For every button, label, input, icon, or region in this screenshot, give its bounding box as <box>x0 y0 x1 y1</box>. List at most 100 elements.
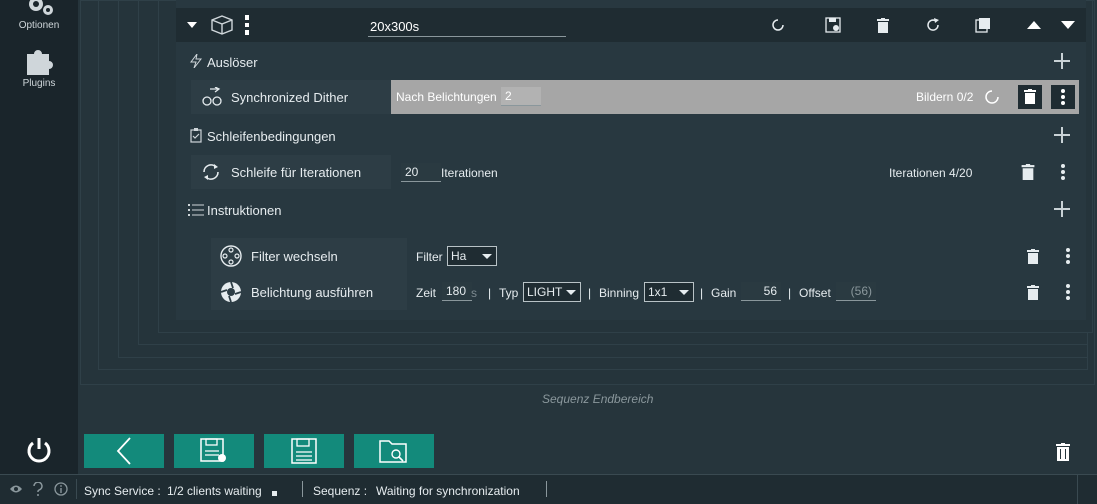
chevron-down-icon <box>482 254 492 259</box>
save-button[interactable] <box>264 434 344 468</box>
gear-icon <box>29 0 53 15</box>
move-up-button[interactable] <box>1024 15 1044 35</box>
separator: | <box>788 286 792 300</box>
trigger-settings: Nach Belichtungen Bildern 0/2 <box>391 80 1079 114</box>
exposures-label: Nach Belichtungen <box>396 90 497 104</box>
save-icon <box>825 17 841 33</box>
separator: | <box>588 286 592 300</box>
filter-label-box: Filter wechseln <box>211 238 407 274</box>
more-vertical-icon[interactable] <box>1066 284 1070 300</box>
save-icon <box>291 438 317 464</box>
spinner-icon <box>985 90 999 104</box>
separator: | <box>488 286 492 300</box>
save-as-button[interactable] <box>174 434 254 468</box>
aperture-icon <box>220 281 242 303</box>
sidebar-item-label: Plugins <box>22 78 56 89</box>
divider <box>546 481 547 497</box>
condition-status: Iterationen 4/20 <box>889 166 973 180</box>
trigger-menu-button[interactable] <box>1051 85 1075 109</box>
more-vertical-icon <box>1061 89 1065 105</box>
binning-select[interactable]: 1x1 <box>644 282 694 302</box>
trigger-status: Bildern 0/2 <box>916 90 974 104</box>
section-title-instructions: Instruktionen <box>207 203 282 218</box>
time-unit: s <box>471 286 477 300</box>
status-bar: Sync Service : 1/2 clients waiting Seque… <box>0 474 1097 504</box>
save-template-button[interactable] <box>823 15 843 35</box>
sequence-card: Auslöser Synchronized Dither Nach Belich… <box>176 0 1086 320</box>
divider <box>302 481 303 497</box>
lightning-icon <box>190 54 202 68</box>
sidebar-item-options[interactable]: Optionen <box>0 0 78 31</box>
delete-condition-icon[interactable] <box>1021 164 1035 180</box>
reset-icon <box>772 19 784 31</box>
help-icon[interactable] <box>32 482 44 497</box>
clipboard-icon <box>190 128 202 143</box>
exposure-label-box: Belichtung ausführen <box>211 274 407 310</box>
delete-trigger-button[interactable] <box>1018 85 1042 109</box>
add-condition-button[interactable] <box>1052 125 1072 145</box>
move-down-button[interactable] <box>1058 15 1078 35</box>
chevron-down-icon <box>679 290 689 295</box>
add-trigger-button[interactable] <box>1052 51 1072 71</box>
gain-input[interactable] <box>741 282 781 301</box>
image-type-select[interactable]: LIGHT <box>523 282 581 302</box>
delete-sequence-button[interactable] <box>1028 432 1097 472</box>
collapse-button[interactable] <box>182 15 202 35</box>
power-icon <box>27 438 51 463</box>
delete-exposure-icon[interactable] <box>1027 285 1039 300</box>
sync-indicator <box>272 491 277 496</box>
type-label: Typ <box>499 286 519 300</box>
arrow-down-icon <box>1061 21 1075 29</box>
redo-button[interactable] <box>923 15 943 35</box>
filter-label: Filter wechseln <box>251 249 338 264</box>
back-button[interactable] <box>84 434 164 468</box>
exposures-input[interactable] <box>501 87 541 106</box>
eye-icon[interactable] <box>9 484 23 494</box>
more-vertical-icon[interactable] <box>1061 164 1065 180</box>
drag-handle[interactable] <box>242 15 252 35</box>
sidebar: Optionen Plugins <box>0 0 78 474</box>
gain-label: Gain <box>711 286 737 300</box>
filter-field-label: Filter <box>416 250 443 264</box>
sync-service-label: Sync Service : <box>84 484 161 498</box>
chevron-down-icon <box>187 22 197 28</box>
vertical-dots-icon <box>245 15 249 35</box>
redo-icon <box>927 18 939 31</box>
more-vertical-icon[interactable] <box>1066 248 1070 264</box>
info-icon[interactable] <box>54 482 68 496</box>
loop-icon <box>203 164 219 180</box>
delete-button[interactable] <box>873 15 893 35</box>
delete-filter-icon[interactable] <box>1027 249 1039 264</box>
iterations-input[interactable] <box>401 163 441 182</box>
sequence-end-area: Sequenz Endbereich <box>542 392 654 406</box>
separator: | <box>700 286 704 300</box>
iterations-unit: Iterationen <box>441 166 498 180</box>
sequence-area: Auslöser Synchronized Dither Nach Belich… <box>78 0 1097 474</box>
image-type-value: LIGHT <box>527 285 563 299</box>
time-label: Zeit <box>416 286 437 300</box>
reset-button[interactable] <box>768 15 788 35</box>
exposure-time-input[interactable] <box>442 282 472 301</box>
list-icon <box>188 204 204 216</box>
trash-icon <box>1024 89 1036 104</box>
chevron-left-icon <box>116 437 131 465</box>
sequence-label: Sequenz : <box>313 484 368 498</box>
duplicate-button[interactable] <box>973 15 993 35</box>
offset-input[interactable] <box>836 282 876 301</box>
sidebar-item-plugins[interactable]: Plugins <box>0 46 78 89</box>
offset-label: Offset <box>799 286 831 300</box>
sidebar-item-label: Optionen <box>18 20 60 31</box>
sequence-status: Waiting for synchronization <box>376 484 520 498</box>
power-button[interactable] <box>0 428 78 472</box>
arrow-up-icon <box>1027 21 1041 29</box>
filter-select[interactable]: Ha <box>447 246 497 266</box>
divider <box>76 479 77 499</box>
trigger-row[interactable]: Synchronized Dither Nach Belichtungen Bi… <box>191 80 1079 114</box>
dither-icon <box>202 87 222 106</box>
add-instruction-button[interactable] <box>1052 199 1072 219</box>
save-as-icon <box>200 438 226 462</box>
folder-search-icon <box>379 440 407 463</box>
copy-icon <box>975 18 990 33</box>
sequence-name-input[interactable] <box>368 17 566 37</box>
open-button[interactable] <box>354 434 434 468</box>
